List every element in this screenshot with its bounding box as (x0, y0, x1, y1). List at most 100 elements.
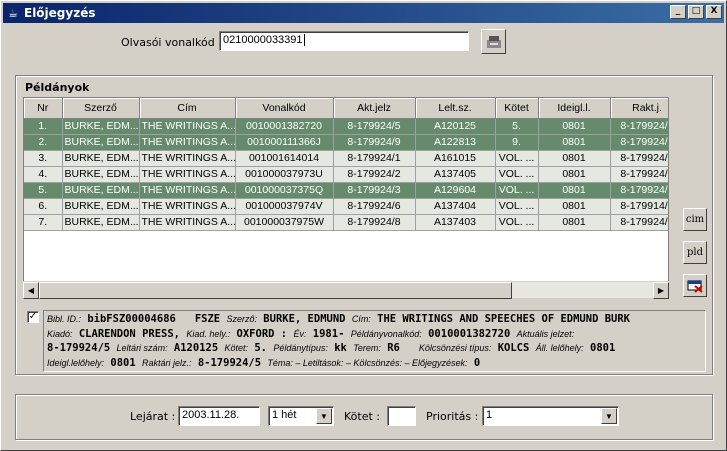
table-row[interactable]: 3. BURKE, EDM... THE WRITINGS A... 00100161… (24, 150, 668, 167)
table-cell: THE WRITINGS A... (139, 134, 236, 151)
table-cell: A137405 (415, 166, 496, 183)
table-row[interactable]: 1. BURKE, EDM... THE WRITINGS A... 00100013… (24, 118, 668, 135)
table-cell: BURKE, EDM... (62, 118, 140, 135)
card-x-icon (687, 280, 703, 293)
table-cell: BURKE, EDM... (62, 214, 140, 231)
table-cell: 001000037375Q (235, 182, 334, 199)
table-cell: 0010001382720 (235, 118, 334, 135)
table-cell: 8-179924/8 (333, 214, 416, 231)
table-cell: 8-179924/2 (610, 166, 668, 183)
table-cell: 0801 (538, 198, 611, 215)
column-header[interactable]: Nr (24, 98, 63, 119)
table-cell: 001000037973U (235, 166, 334, 183)
java-app-icon: ☕ (8, 6, 18, 20)
column-header[interactable]: Ideigl.l. (538, 98, 611, 119)
table-cell: A137404 (415, 198, 496, 215)
table-cell: 0801 (538, 214, 611, 231)
maximize-button[interactable]: □ (688, 5, 704, 19)
table-cell: 1. (24, 118, 63, 135)
card-delete-button[interactable] (683, 274, 707, 297)
table-cell: BURKE, EDM... (62, 198, 140, 215)
table-cell: 8-179924/6 (333, 198, 416, 215)
column-header[interactable]: Cím (139, 98, 236, 119)
title-search-button[interactable]: cim (683, 208, 707, 231)
table-cell: 7. (24, 214, 63, 231)
table-cell: THE WRITINGS A... (139, 214, 236, 231)
bibliographic-detail: Bibl. ID.: bibFSZ00004686 FSZE Szerző: B… (43, 310, 706, 372)
table-cell: 8-179924/1 (610, 150, 668, 167)
table-cell: 5. (495, 118, 539, 135)
column-header[interactable]: Akt.jelz (333, 98, 416, 119)
table-row[interactable]: 7. BURKE, EDM... THE WRITINGS A... 00100003… (24, 214, 668, 231)
expiry-label: Lejárat : (130, 410, 176, 423)
table-row[interactable]: 5. BURKE, EDM... THE WRITINGS A... 00100003… (24, 182, 668, 199)
table-cell: 2. (24, 134, 63, 151)
table-cell: 8-179924/1 (333, 150, 416, 167)
detail-checkbox[interactable]: ✓ (27, 311, 39, 323)
table-cell: 001000111366J (235, 134, 334, 151)
title-bar[interactable]: ☕ Előjegyzés _ □ X (3, 3, 724, 23)
scroll-right-icon[interactable]: ▶ (653, 282, 669, 299)
table-cell: 001000037975W (235, 214, 334, 231)
table-cell: A129604 (415, 182, 496, 199)
table-cell: 8-179924/9 (333, 134, 416, 151)
column-header[interactable]: Kötet (495, 98, 539, 119)
table-cell: 8-179924/9 (610, 134, 668, 151)
reader-barcode-input[interactable]: 0210000033391 (219, 31, 469, 51)
table-row[interactable]: 6. BURKE, EDM... THE WRITINGS A... 00100003… (24, 198, 668, 215)
table-cell: 9. (495, 134, 539, 151)
expiry-date-input[interactable]: 2003.11.28. (178, 406, 260, 426)
table-cell: 8-179924/5 (333, 118, 416, 135)
barcode-reader-icon (486, 35, 501, 48)
table-cell: VOL. ... (495, 198, 539, 215)
table-row[interactable]: 2. BURKE, EDM... THE WRITINGS A... 00100011… (24, 134, 668, 151)
horizontal-scrollbar[interactable]: ◀ ▶ (23, 281, 669, 299)
scroll-left-icon[interactable]: ◀ (23, 282, 39, 299)
table-cell: 0801 (538, 118, 611, 135)
table-row[interactable]: 4. BURKE, EDM... THE WRITINGS A... 00100003… (24, 166, 668, 183)
reader-barcode-label: Olvasói vonalkód : (121, 36, 222, 49)
column-header[interactable]: Szerző (62, 98, 140, 119)
copies-group-title: Példányok (25, 81, 90, 94)
table-cell: THE WRITINGS A... (139, 118, 236, 135)
copy-search-button[interactable]: pld (683, 241, 707, 264)
table-cell: VOL. ... (495, 214, 539, 231)
table-cell: THE WRITINGS A... (139, 166, 236, 183)
duration-select[interactable]: 1 hét ▼ (268, 406, 334, 426)
close-button[interactable]: X (706, 5, 722, 19)
table-cell: 0801 (538, 166, 611, 183)
column-header[interactable]: Vonalkód (235, 98, 334, 119)
table-cell: 6. (24, 198, 63, 215)
table-cell: VOL. ... (495, 150, 539, 167)
table-cell: BURKE, EDM... (62, 150, 140, 167)
table-cell: 8-179924/5 (610, 118, 668, 135)
scroll-thumb[interactable] (39, 282, 512, 299)
table-cell: 8-179924/8 (610, 214, 668, 231)
window-title: Előjegyzés (24, 6, 96, 20)
table-cell: THE WRITINGS A... (139, 198, 236, 215)
table-cell: 8-179924/3 (333, 182, 416, 199)
table-cell: THE WRITINGS A... (139, 182, 236, 199)
table-cell: A161015 (415, 150, 496, 167)
volume-input[interactable] (387, 406, 416, 426)
table-cell: 0801 (538, 134, 611, 151)
minimize-button[interactable]: _ (670, 5, 686, 19)
chevron-down-icon[interactable]: ▼ (601, 408, 617, 424)
table-cell: BURKE, EDM... (62, 134, 140, 151)
priority-label: Prioritás : (426, 410, 479, 423)
table-cell: A120125 (415, 118, 496, 135)
table-cell: 3. (24, 150, 63, 167)
table-cell: 8-179914/6 (610, 198, 668, 215)
table-cell: 001000037974V (235, 198, 334, 215)
barcode-scan-button[interactable] (481, 29, 506, 54)
priority-select[interactable]: 1 ▼ (482, 406, 619, 426)
column-header[interactable]: Rakt.j. (610, 98, 668, 119)
table-cell: 5. (24, 182, 63, 199)
chevron-down-icon[interactable]: ▼ (316, 408, 332, 424)
column-header[interactable]: Lelt.sz. (415, 98, 496, 119)
volume-label: Kötet : (344, 410, 380, 423)
table-cell: 0801 (538, 150, 611, 167)
table-cell: A137403 (415, 214, 496, 231)
table-cell: 8-179924/2 (333, 166, 416, 183)
table-cell: 001001614014 (235, 150, 334, 167)
